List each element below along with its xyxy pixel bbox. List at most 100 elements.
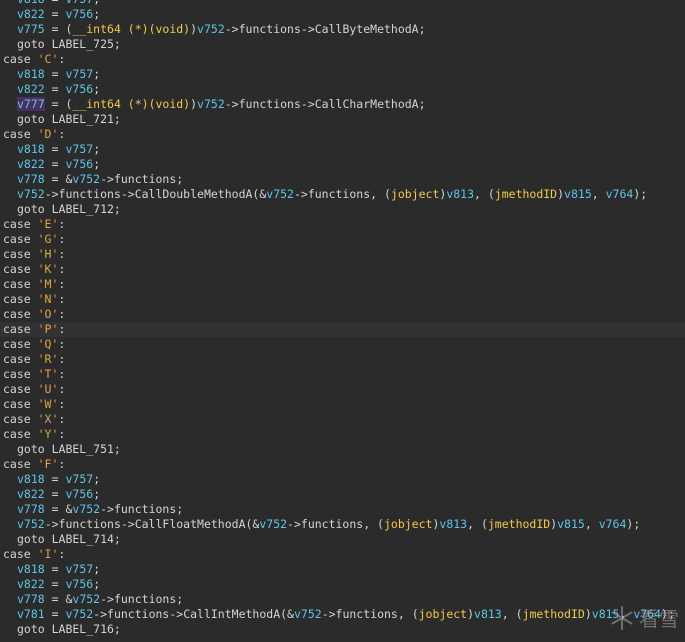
code-token: ;: [93, 82, 101, 96]
code-token: ,: [591, 187, 606, 201]
code-token: ->functions->CallDoubleMethodA(&: [44, 187, 267, 201]
code-line[interactable]: case 'C':: [0, 52, 685, 67]
code-line[interactable]: case 'M':: [0, 277, 685, 292]
code-token: case: [3, 337, 38, 351]
code-line[interactable]: case 'I':: [0, 547, 685, 562]
code-token: =: [44, 7, 66, 21]
code-token: v756: [65, 157, 94, 171]
code-token: v813: [439, 517, 468, 531]
code-line[interactable]: case 'H':: [0, 247, 685, 262]
code-token: v752: [17, 517, 45, 531]
code-line[interactable]: v818 = v757;: [0, 67, 685, 82]
code-token: v757: [65, 67, 94, 81]
code-line[interactable]: v778 = &v752->functions;: [0, 172, 685, 187]
code-line[interactable]: case 'O':: [0, 307, 685, 322]
code-line[interactable]: case 'P':: [0, 322, 685, 337]
code-line[interactable]: case 'R':: [0, 352, 685, 367]
code-token: case: [3, 412, 38, 426]
code-token: v775: [17, 22, 45, 36]
code-token: :: [58, 427, 66, 441]
code-token: v818: [17, 67, 45, 81]
code-line[interactable]: v818 = v757;: [0, 142, 685, 157]
code-line[interactable]: goto LABEL_751;: [0, 442, 685, 457]
code-token: :: [58, 367, 66, 381]
code-line[interactable]: goto LABEL_725;: [0, 37, 685, 52]
code-line[interactable]: v775 = (__int64 (*)(void))v752->function…: [0, 22, 685, 37]
code-line[interactable]: case 'D':: [0, 127, 685, 142]
code-token: ;: [93, 7, 101, 21]
code-token: v764: [605, 187, 634, 201]
code-line[interactable]: v822 = v756;: [0, 157, 685, 172]
code-token: v757: [65, 0, 93, 6]
code-token: v756: [65, 82, 94, 96]
code-token: v757: [65, 472, 94, 486]
code-token: __int64 (*)(void): [72, 22, 191, 36]
code-line[interactable]: v781 = v752->functions->CallIntMethodA(&…: [0, 607, 685, 622]
code-token: :: [58, 322, 66, 336]
code-token: 'P': [37, 322, 59, 336]
code-line[interactable]: case 'G':: [0, 232, 685, 247]
code-token: = &: [44, 172, 73, 186]
code-token: case: [3, 367, 38, 381]
watermark-text: 看雪: [639, 607, 679, 631]
code-line[interactable]: goto LABEL_714;: [0, 532, 685, 547]
code-line[interactable]: case 'K':: [0, 262, 685, 277]
code-token: =: [45, 0, 66, 6]
code-token: v756: [65, 577, 94, 591]
code-editor[interactable]: v818 = v757;v822 = v756;v775 = (__int64 …: [0, 0, 685, 637]
code-line[interactable]: case 'U':: [0, 382, 685, 397]
code-token: v752: [259, 517, 288, 531]
code-token: case: [3, 127, 38, 141]
code-token: case: [3, 352, 38, 366]
code-line[interactable]: case 'E':: [0, 217, 685, 232]
code-line[interactable]: goto LABEL_712;: [0, 202, 685, 217]
code-line[interactable]: v777 = (__int64 (*)(void))v752->function…: [0, 97, 685, 112]
code-line[interactable]: v822 = v756;: [0, 82, 685, 97]
code-token: jmethodID: [494, 187, 558, 201]
code-line[interactable]: v822 = v756;: [0, 577, 685, 592]
code-line[interactable]: case 'F':: [0, 457, 685, 472]
code-token: ->functions, (: [321, 607, 419, 621]
code-token: 'U': [37, 382, 59, 396]
code-line[interactable]: case 'N':: [0, 292, 685, 307]
code-token: =: [44, 487, 66, 501]
code-line[interactable]: goto LABEL_716;: [0, 622, 685, 637]
code-token: 'K': [37, 262, 59, 276]
code-token: goto LABEL_714;: [17, 532, 121, 546]
code-line[interactable]: case 'Y':: [0, 427, 685, 442]
code-token: goto LABEL_712;: [17, 202, 121, 216]
code-token: ): [557, 187, 565, 201]
code-token: :: [58, 412, 66, 426]
code-token: case: [3, 247, 38, 261]
code-token: v752: [17, 187, 45, 201]
code-token: v818: [17, 0, 45, 6]
code-token: v778: [17, 502, 45, 516]
code-token: v757: [65, 562, 94, 576]
code-line[interactable]: v822 = v756;: [0, 7, 685, 22]
code-token: goto LABEL_716;: [17, 622, 121, 636]
code-line[interactable]: goto LABEL_721;: [0, 112, 685, 127]
code-line[interactable]: v818 = v757;: [0, 0, 685, 7]
code-token: ;: [93, 472, 101, 486]
code-line[interactable]: v822 = v756;: [0, 487, 685, 502]
code-line[interactable]: v752->functions->CallDoubleMethodA(&v752…: [0, 187, 685, 202]
code-token: :: [58, 382, 66, 396]
code-token: v813: [474, 607, 502, 621]
code-line[interactable]: v752->functions->CallFloatMethodA(&v752-…: [0, 517, 685, 532]
code-token: ;: [93, 142, 101, 156]
code-token: case: [3, 277, 38, 291]
code-token: goto LABEL_751;: [17, 442, 121, 456]
code-token: :: [58, 127, 66, 141]
code-line[interactable]: case 'Q':: [0, 337, 685, 352]
code-line[interactable]: v778 = &v752->functions;: [0, 592, 685, 607]
code-line[interactable]: case 'X':: [0, 412, 685, 427]
code-line[interactable]: v818 = v757;: [0, 472, 685, 487]
code-line[interactable]: case 'T':: [0, 367, 685, 382]
code-line[interactable]: v818 = v757;: [0, 562, 685, 577]
code-token: v757: [65, 142, 94, 156]
code-token: v752: [293, 607, 322, 621]
code-token: v752: [65, 607, 94, 621]
code-line[interactable]: v778 = &v752->functions;: [0, 502, 685, 517]
code-token: v752: [266, 187, 294, 201]
code-line[interactable]: case 'W':: [0, 397, 685, 412]
